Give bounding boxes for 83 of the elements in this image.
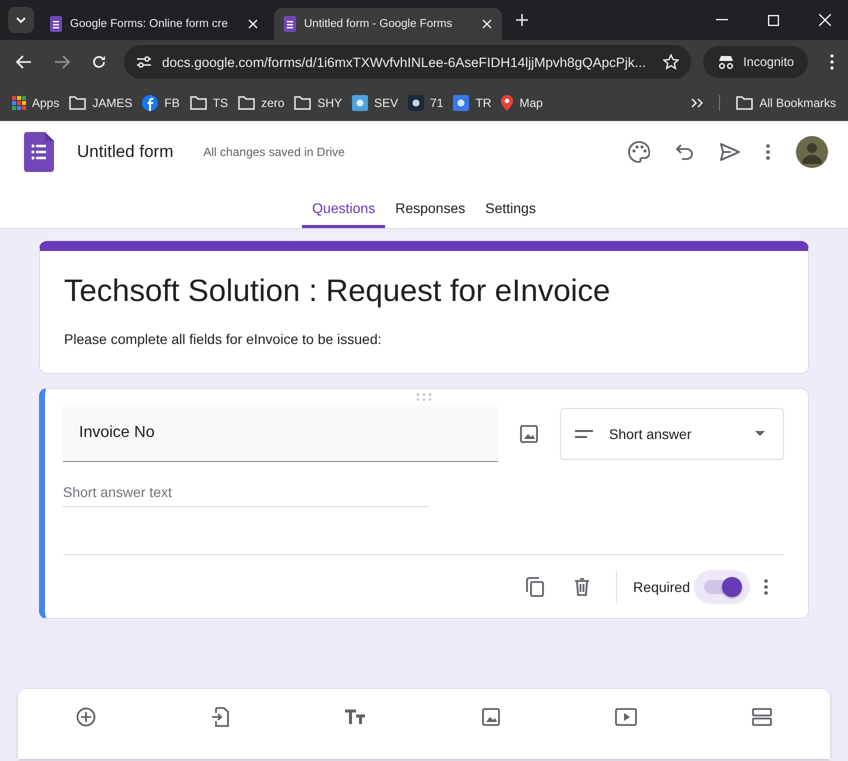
dropdown-arrow-icon [755, 431, 765, 436]
close-icon[interactable] [248, 19, 258, 29]
bookmark[interactable]: SEV [352, 94, 398, 110]
forms-icon [50, 16, 62, 32]
more-icon[interactable] [764, 578, 768, 594]
site-settings-icon[interactable] [136, 55, 152, 69]
title-text-icon[interactable] [344, 709, 366, 725]
image-icon[interactable] [520, 424, 538, 442]
folder-icon [294, 96, 312, 110]
maximize-icon[interactable] [768, 14, 779, 26]
bookmark[interactable]: FB [142, 94, 180, 110]
bookmark-label: TR [475, 96, 492, 110]
form-description[interactable]: Please complete all fields for eInvoice to be issued: [64, 331, 784, 347]
palette-icon[interactable] [628, 141, 650, 163]
tab-title: Untitled form - Google Forms [304, 18, 454, 30]
f-circle-icon [142, 94, 158, 110]
tab[interactable]: Responses [385, 183, 476, 228]
send-icon[interactable] [720, 143, 740, 161]
close-icon[interactable] [482, 19, 492, 29]
folder-icon [69, 96, 86, 110]
bookmark[interactable]: 71 [408, 94, 444, 110]
tab[interactable]: Settings [475, 183, 546, 228]
video-icon[interactable] [614, 708, 637, 726]
incognito-label: Incognito [743, 55, 794, 69]
question-type-dropdown[interactable]: Short answer [560, 408, 784, 460]
forward-icon[interactable] [54, 55, 70, 69]
back-icon[interactable] [16, 55, 32, 69]
bookmark[interactable]: zero [238, 96, 284, 110]
incognito-icon [717, 55, 736, 69]
import-icon[interactable] [210, 707, 229, 727]
bookmark[interactable]: Apps [12, 96, 60, 110]
tab-search-button[interactable] [8, 7, 34, 33]
url-text: docs.google.com/forms/d/1i6mxTXWvfvhINLee-6AseFIDH14ljjMpvh8gQApcPjk... [162, 54, 647, 70]
avatar[interactable] [796, 136, 828, 168]
address-bar[interactable]: docs.google.com/forms/d/1i6mxTXWvfvhINLee-6AseFIDH14ljjMpvh8gQApcPjk... [124, 45, 692, 79]
save-status: All changes saved in Drive [203, 145, 345, 159]
bookmark-label: Map [519, 96, 543, 110]
folder-icon [736, 96, 754, 110]
short-text-icon [575, 430, 593, 438]
section-icon[interactable] [752, 708, 772, 726]
bookmark-label: All Bookmarks [759, 96, 836, 110]
add-circle-icon[interactable] [76, 707, 96, 727]
forms-icon [284, 16, 296, 32]
bookmark[interactable]: JAMES [69, 96, 132, 110]
bookmark[interactable]: TS [190, 96, 228, 110]
bookmark[interactable]: Map [501, 94, 543, 110]
bookmark-label: FB [164, 96, 180, 110]
map-pin-icon [501, 94, 514, 110]
reload-icon[interactable] [92, 55, 106, 69]
forms-logo-icon[interactable] [24, 132, 54, 172]
star-icon[interactable] [663, 54, 680, 70]
short-answer-field[interactable]: Short answer text [63, 462, 429, 507]
question-title-field[interactable]: Invoice No [63, 405, 498, 462]
required-label: Required [633, 578, 690, 594]
copy-icon[interactable] [526, 576, 544, 596]
folder-icon [238, 96, 256, 110]
more-icon[interactable] [830, 54, 834, 70]
new-tab-icon[interactable] [516, 14, 528, 26]
incognito-badge[interactable]: Incognito [703, 46, 808, 78]
image-icon[interactable] [482, 708, 500, 726]
bookmark[interactable]: SHY [294, 96, 342, 110]
drag-handle-icon[interactable] [416, 393, 432, 401]
bookmark-label: JAMES [92, 96, 132, 110]
bookmark-label: SHY [317, 96, 342, 110]
browser-tab[interactable]: Google Forms: Online form cre [40, 8, 268, 40]
more-icon[interactable] [766, 144, 770, 160]
bookmark-label: zero [261, 96, 284, 110]
chevrons-right-icon[interactable] [691, 98, 704, 108]
apps-grid-icon [12, 96, 26, 110]
folder-icon [190, 96, 207, 110]
bookmark[interactable]: All Bookmarks [736, 96, 836, 110]
minimize-icon[interactable] [716, 19, 728, 21]
bookmark[interactable]: TR [453, 94, 492, 110]
bookmark-label: 71 [430, 96, 444, 110]
browser-tab[interactable]: Untitled form - Google Forms [274, 8, 502, 40]
trash-icon[interactable] [574, 578, 590, 596]
bookmark-label: SEV [374, 96, 398, 110]
bookmark-label: Apps [32, 96, 60, 110]
form-name[interactable]: Untitled form [77, 142, 174, 162]
tab-title: Google Forms: Online form cre [70, 18, 229, 30]
undo-icon[interactable] [676, 144, 694, 160]
bookmark-label: TS [212, 96, 228, 110]
form-title[interactable]: Techsoft Solution : Request for eInvoice [64, 273, 784, 309]
